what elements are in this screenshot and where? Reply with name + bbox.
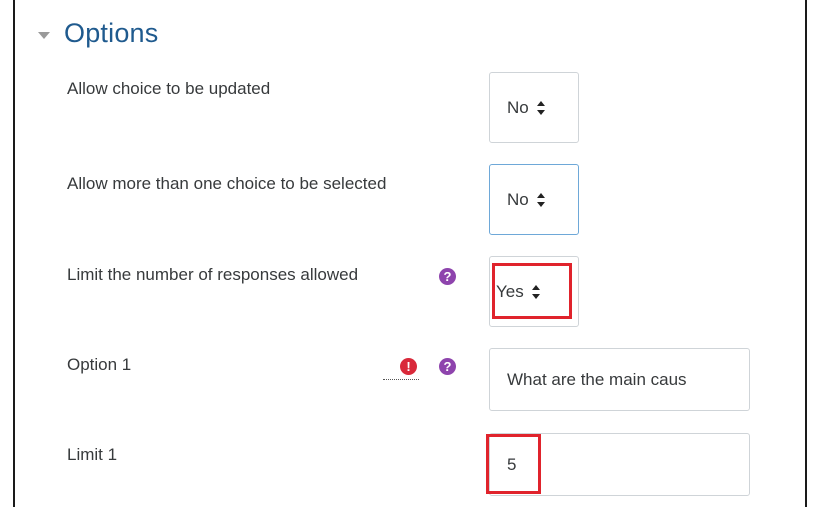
allow-update-label: Allow choice to be updated — [67, 79, 271, 98]
collapse-caret-icon[interactable] — [38, 31, 50, 39]
allow-update-value: No — [507, 97, 529, 117]
allow-multiple-select[interactable]: No — [489, 164, 579, 235]
section-title: Options — [64, 18, 159, 48]
limit-responses-label: Limit the number of responses allowed — [67, 265, 359, 284]
error-dotted-underline — [383, 379, 419, 380]
option1-label: Option 1 — [67, 355, 132, 374]
options-section-header[interactable]: Options — [38, 18, 158, 49]
allow-multiple-value: No — [507, 189, 529, 209]
allow-multiple-label: Allow more than one choice to be selecte… — [67, 174, 387, 193]
option1-value: What are the main caus — [507, 369, 687, 389]
option1-input[interactable]: What are the main caus — [489, 348, 750, 411]
question-circle-icon[interactable]: ? — [439, 268, 456, 285]
select-arrows-icon — [536, 192, 546, 207]
allow-update-select[interactable]: No — [489, 72, 579, 143]
select-arrows-icon — [536, 100, 546, 115]
question-circle-icon[interactable]: ? — [439, 358, 456, 375]
limit-responses-value: Yes — [496, 281, 524, 301]
limit1-value: 5 — [507, 454, 517, 474]
limit1-input[interactable]: 5 — [489, 433, 750, 496]
exclamation-circle-icon[interactable]: ! — [400, 358, 417, 375]
select-arrows-icon — [531, 284, 541, 299]
limit1-label: Limit 1 — [67, 445, 118, 464]
limit-responses-select[interactable]: Yes — [489, 256, 579, 327]
